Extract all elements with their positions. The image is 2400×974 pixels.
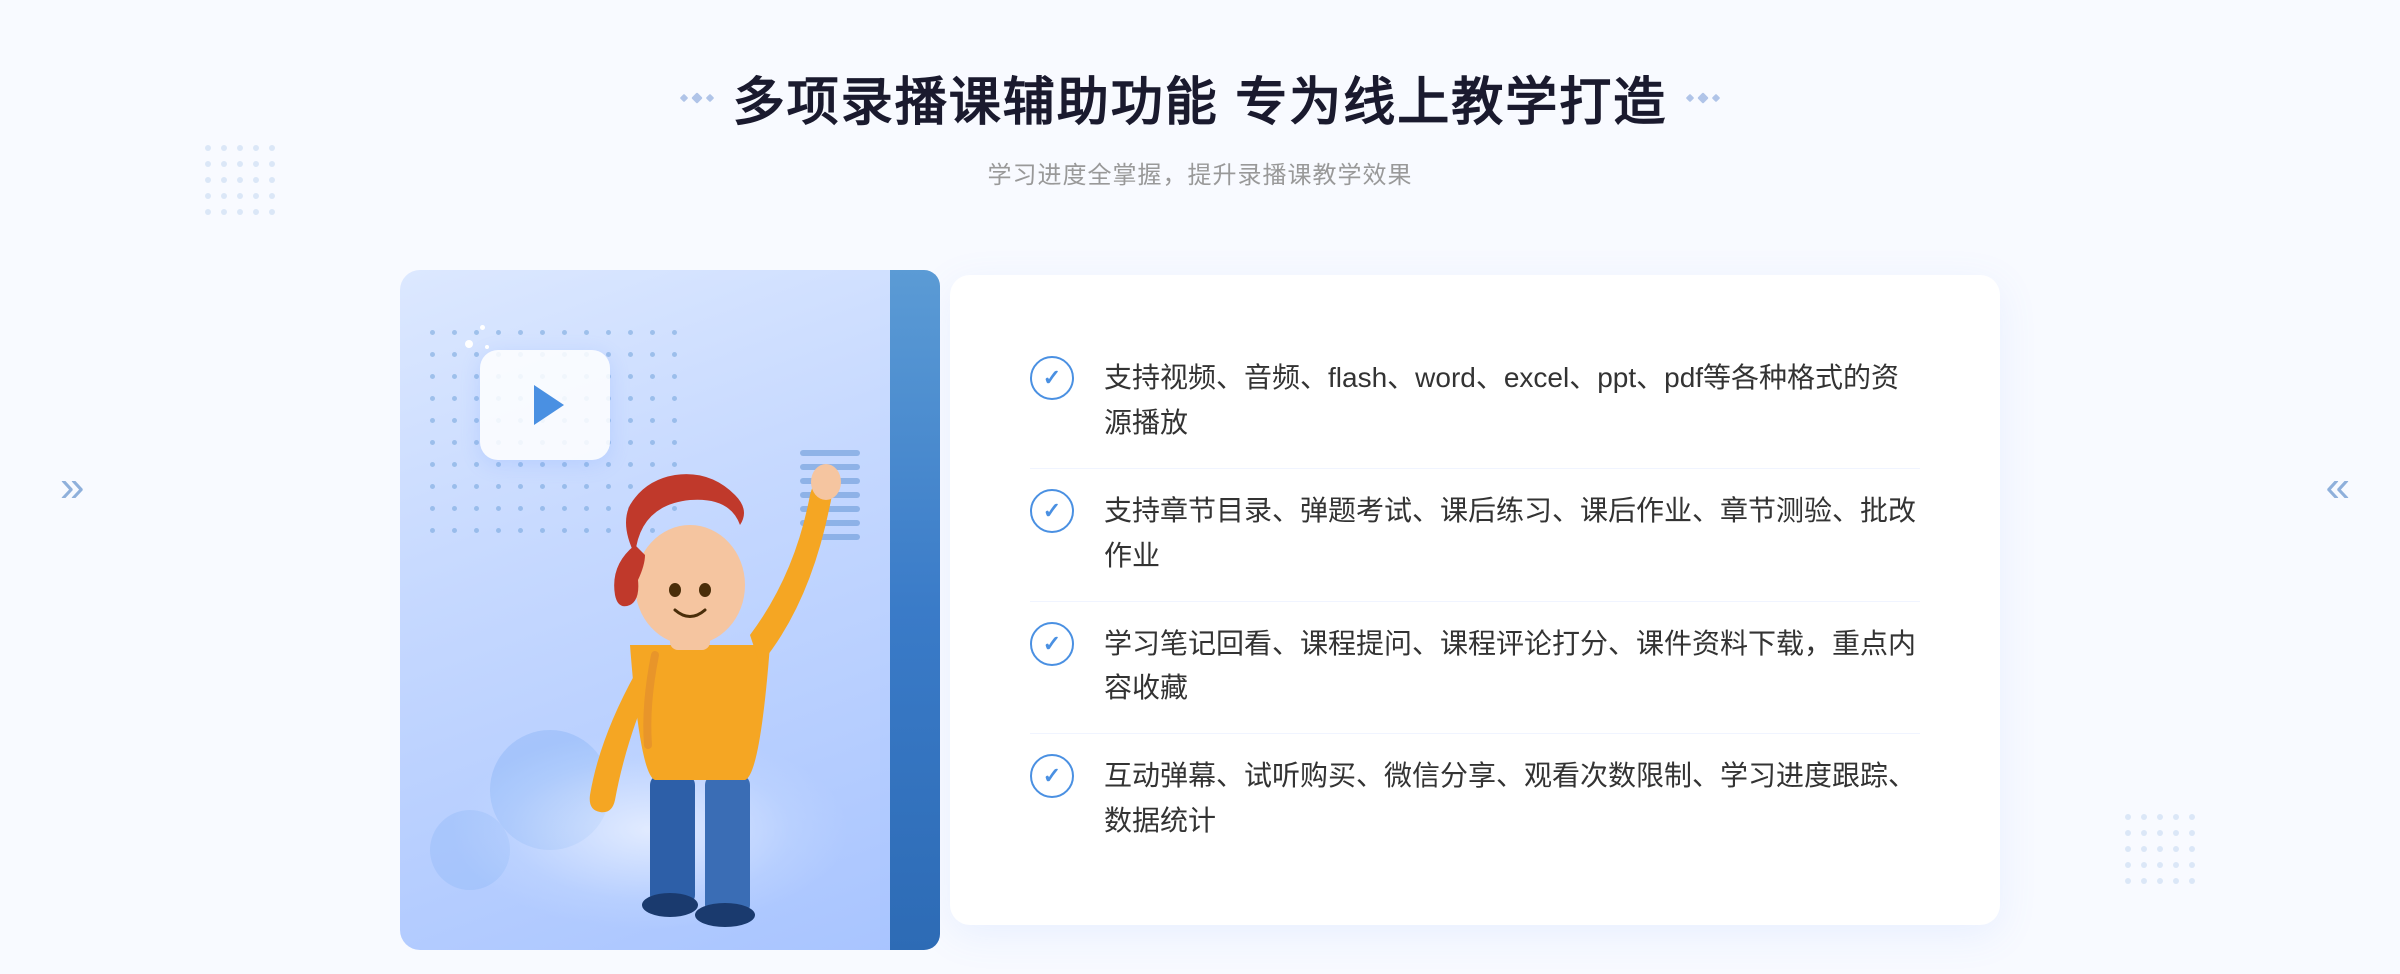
check-mark-2: ✓ xyxy=(1043,500,1061,522)
character-illustration xyxy=(500,425,880,950)
page-container: » « 多项录播课辅助功能 专为线上教学打造 学习进度全掌握，提升录播课教学效果 xyxy=(0,0,2400,974)
dot-3 xyxy=(706,93,714,101)
dot-5 xyxy=(1698,92,1709,103)
title-dots-right xyxy=(1687,94,1719,102)
sparkle-3 xyxy=(485,345,489,349)
dot-4 xyxy=(1686,93,1694,101)
check-icon-4: ✓ xyxy=(1030,754,1074,798)
bg-dot-pattern-left xyxy=(200,140,280,225)
illustration-background: // dots rendered below xyxy=(400,270,920,950)
dot-2 xyxy=(691,92,702,103)
title-dots-left xyxy=(681,94,713,102)
sparkle-2 xyxy=(480,325,485,330)
check-icon-2: ✓ xyxy=(1030,489,1074,533)
check-icon-3: ✓ xyxy=(1030,622,1074,666)
bg-dot-pattern-right xyxy=(2120,809,2200,894)
feature-item-4: ✓ 互动弹幕、试听购买、微信分享、观看次数限制、学习进度跟踪、数据统计 xyxy=(1030,733,1920,864)
feature-text-2: 支持章节目录、弹题考试、课后练习、课后作业、章节测验、批改作业 xyxy=(1104,489,1920,579)
header-section: 多项录播课辅助功能 专为线上教学打造 学习进度全掌握，提升录播课教学效果 xyxy=(681,60,1719,190)
check-mark-3: ✓ xyxy=(1043,633,1061,655)
title-row: 多项录播课辅助功能 专为线上教学打造 xyxy=(681,60,1719,135)
check-mark-4: ✓ xyxy=(1043,765,1061,787)
feature-text-4: 互动弹幕、试听购买、微信分享、观看次数限制、学习进度跟踪、数据统计 xyxy=(1104,754,1920,844)
check-icon-1: ✓ xyxy=(1030,356,1074,400)
play-triangle-icon xyxy=(534,385,564,425)
dot-1 xyxy=(680,93,688,101)
right-arrows-decoration: « xyxy=(2326,462,2340,512)
left-arrows-decoration: » xyxy=(60,462,74,512)
subtitle: 学习进度全掌握，提升录播课教学效果 xyxy=(681,155,1719,190)
blue-sidebar-accent xyxy=(890,270,940,950)
feature-item-2: ✓ 支持章节目录、弹题考试、课后练习、课后作业、章节测验、批改作业 xyxy=(1030,468,1920,599)
feature-text-1: 支持视频、音频、flash、word、excel、ppt、pdf等各种格式的资源… xyxy=(1104,356,1920,446)
illustration-card: // dots rendered below xyxy=(400,250,960,950)
feature-item-1: ✓ 支持视频、音频、flash、word、excel、ppt、pdf等各种格式的… xyxy=(1030,336,1920,466)
sparkle-1 xyxy=(465,340,473,348)
feature-text-3: 学习笔记回看、课程提问、课程评论打分、课件资料下载，重点内容收藏 xyxy=(1104,622,1920,712)
feature-item-3: ✓ 学习笔记回看、课程提问、课程评论打分、课件资料下载，重点内容收藏 xyxy=(1030,601,1920,732)
right-panel: ✓ 支持视频、音频、flash、word、excel、ppt、pdf等各种格式的… xyxy=(950,275,2000,925)
main-title: 多项录播课辅助功能 专为线上教学打造 xyxy=(733,60,1667,135)
dot-6 xyxy=(1712,93,1720,101)
check-mark-1: ✓ xyxy=(1043,367,1061,389)
content-area: // dots rendered below xyxy=(400,240,2000,960)
